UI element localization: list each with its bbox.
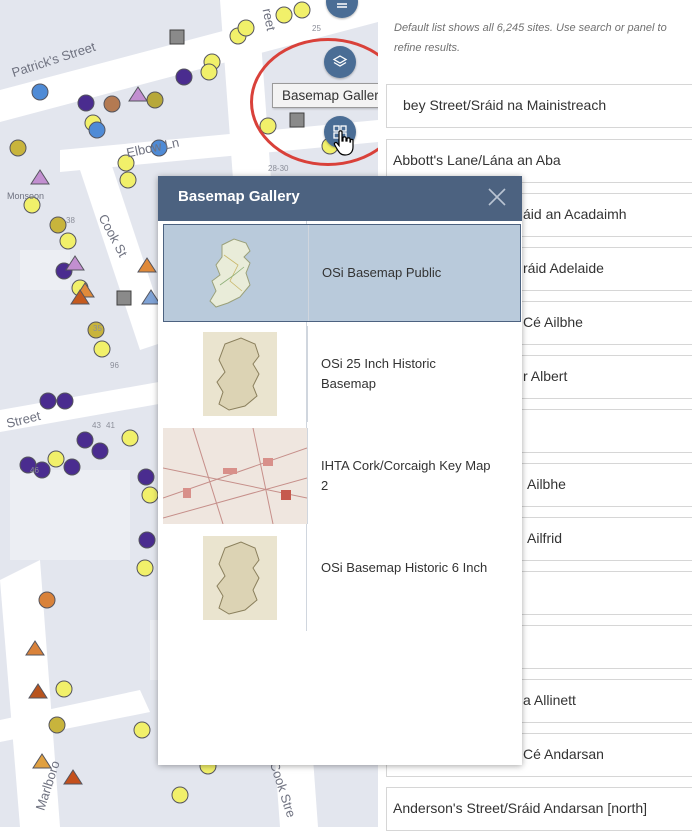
- basemap-gallery-title: Basemap Gallery: [178, 188, 300, 205]
- list-item-label: Anderson's Street/Sráid Andarsan [north]: [393, 800, 648, 816]
- basemap-gallery-tooltip: Basemap Gallery: [272, 83, 378, 108]
- list-item-label: áid an Acadaimh: [523, 206, 627, 222]
- number-label: 41: [106, 421, 115, 430]
- basemap-thumbnail: [163, 326, 308, 422]
- close-icon[interactable]: [486, 186, 508, 208]
- layer-list-button[interactable]: [324, 46, 356, 78]
- number-label: 46: [30, 466, 39, 475]
- list-item-label: Ailbhe: [527, 476, 566, 492]
- basemap-option-label: OSi Basemap Public: [322, 265, 442, 280]
- hand-cursor-icon: [333, 130, 354, 156]
- list-item-label: bey Street/Sráid na Mainistreach: [403, 97, 607, 113]
- list-item-label: Abbott's Lane/Lána an Aba: [393, 152, 561, 168]
- number-label: 43: [92, 421, 101, 430]
- basemap-option-label: OSi Basemap Historic 6 Inch: [321, 560, 488, 575]
- basemap-gallery-header: Basemap Gallery: [158, 176, 522, 221]
- basemap-option-label: IHTA Cork/Corcaigh Key Map 2: [321, 458, 491, 493]
- basemap-option-label: OSi 25 Inch Historic Basemap: [321, 356, 436, 391]
- list-item[interactable]: bey Street/Sráid na Mainistreach: [386, 84, 692, 128]
- list-item-label: r Albert: [523, 368, 568, 384]
- basemap-option-osi-25-inch[interactable]: OSi 25 Inch Historic Basemap: [163, 326, 521, 424]
- poi-label-monsoon: Monsoon: [7, 191, 45, 201]
- list-description: Default list shows all 6,245 sites. Use …: [394, 22, 667, 54]
- basemap-option-ihta-cork[interactable]: IHTA Cork/Corcaigh Key Map 2: [163, 428, 521, 526]
- number-label: 25: [312, 24, 321, 33]
- number-label: 38: [66, 216, 75, 225]
- list-item-label: Cé Andarsan: [523, 746, 604, 762]
- list-item-label: a Allinett: [523, 692, 576, 708]
- list-item[interactable]: Anderson's Street/Sráid Andarsan [north]: [386, 787, 692, 831]
- layers-icon: [332, 55, 348, 67]
- number-label: 35: [93, 324, 102, 333]
- basemap-option-osi-public[interactable]: OSi Basemap Public: [163, 224, 521, 322]
- basemap-thumbnail: [163, 428, 308, 524]
- basemap-thumbnail: [163, 530, 307, 626]
- list-item-label: Ailfrid: [527, 530, 563, 546]
- basemap-option-osi-6-inch[interactable]: OSi Basemap Historic 6 Inch: [163, 530, 521, 628]
- list-item-label: ráid Adelaide: [523, 260, 604, 276]
- list-item-label: Cé Ailbhe: [523, 314, 583, 330]
- number-label: 96: [110, 361, 119, 370]
- basemap-thumbnail: [164, 225, 309, 321]
- basemap-gallery-panel: Basemap Gallery OSi Basemap Public OSi 2…: [158, 176, 522, 765]
- number-label: 28-30: [268, 164, 289, 173]
- list-icon: [337, 3, 347, 8]
